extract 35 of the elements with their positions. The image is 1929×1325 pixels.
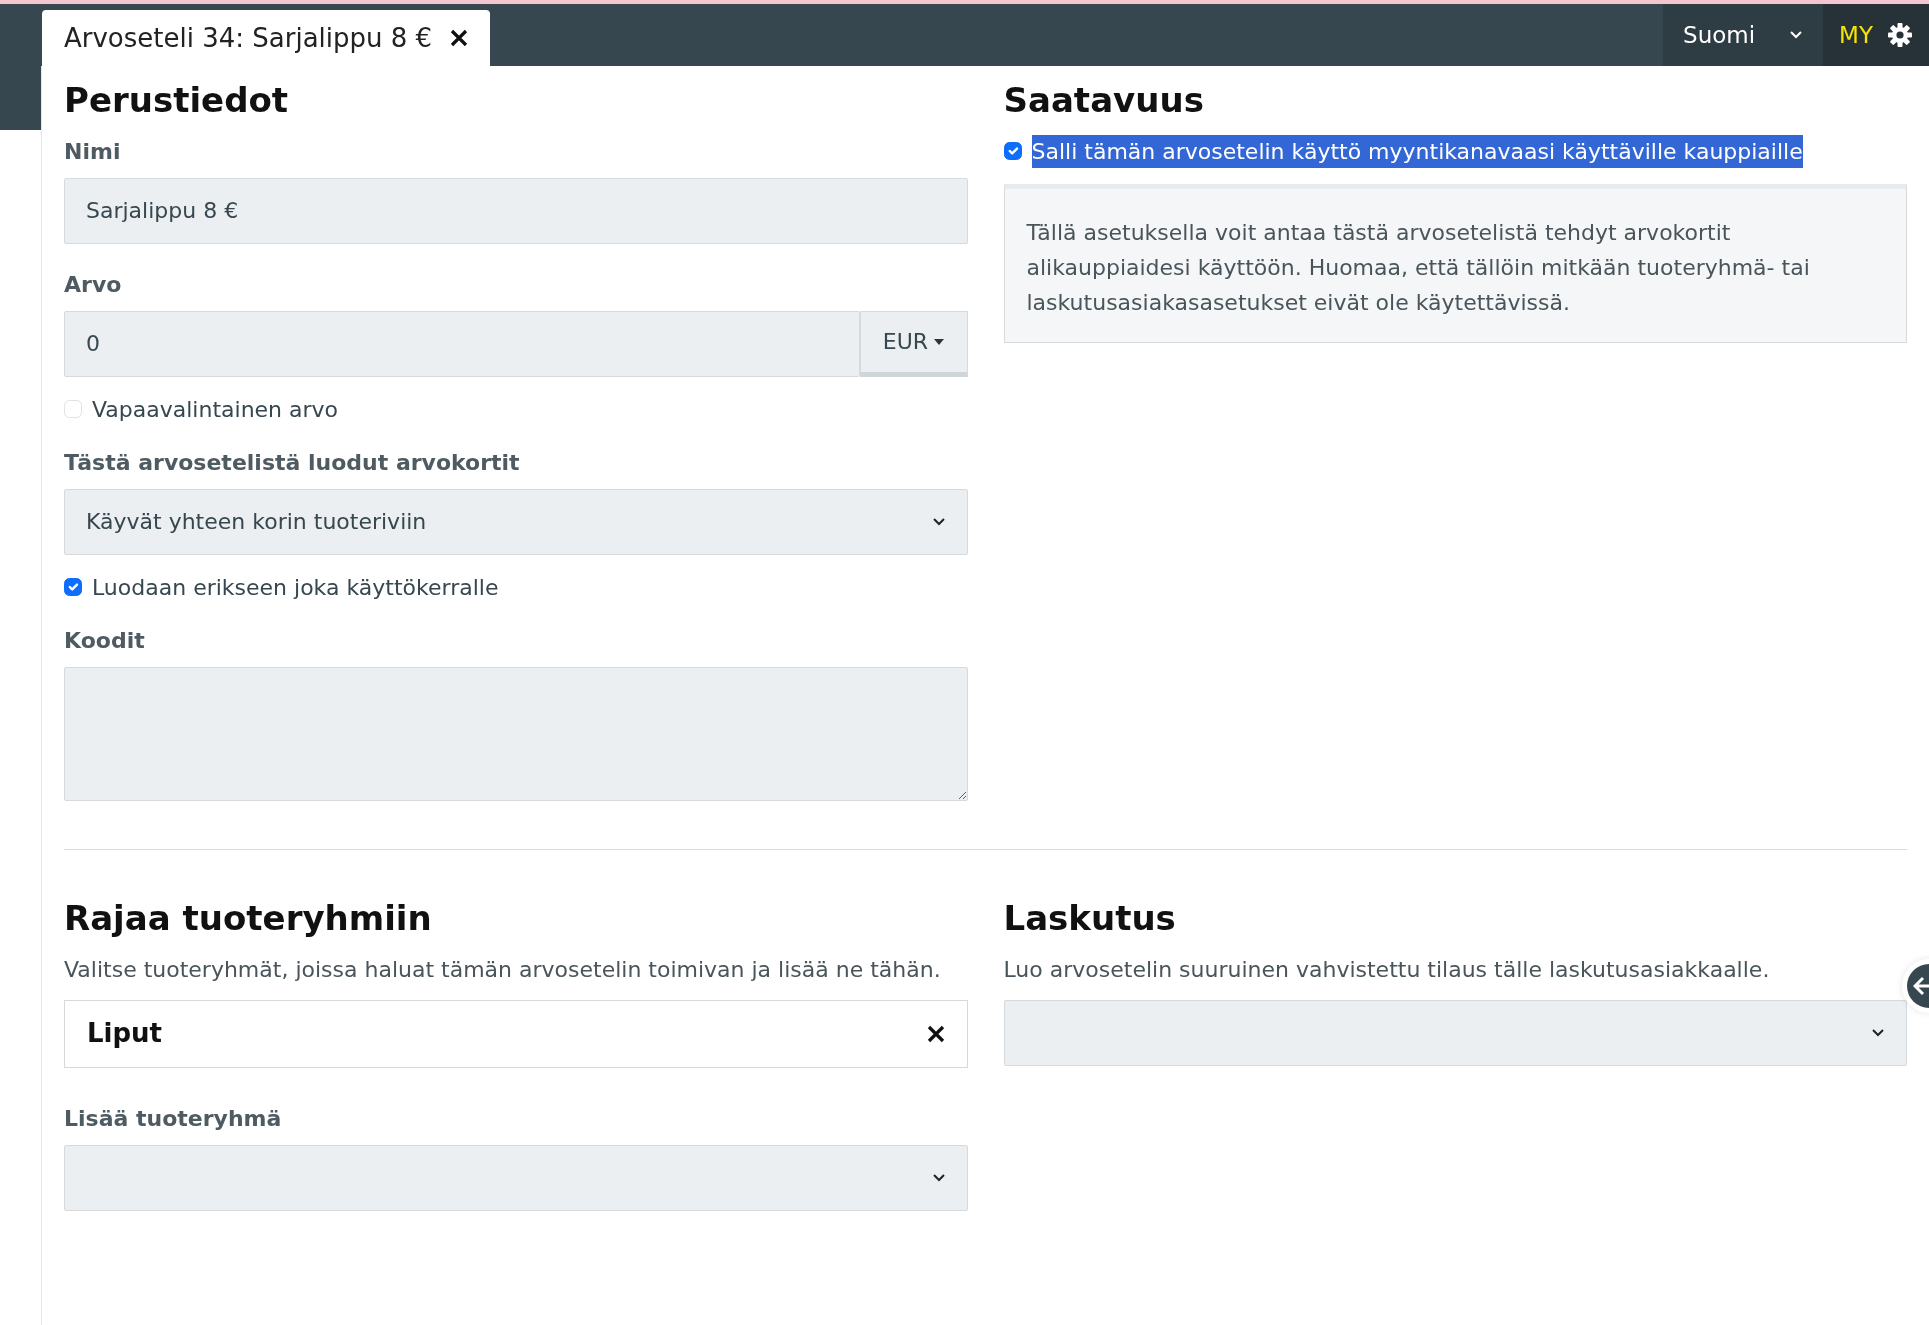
arrow-left-icon <box>1913 976 1929 996</box>
cards-select[interactable]: Käyvät yhteen korin tuoteriviin <box>64 488 968 555</box>
field-label: Nimi <box>64 137 121 166</box>
tab[interactable]: Arvoseteli 34: Sarjalippu 8 € <box>42 10 491 66</box>
chevron-down-icon <box>1789 30 1804 40</box>
value-field[interactable]: 0 <box>64 310 860 377</box>
chevron-down-icon <box>1871 1027 1885 1038</box>
codes-field[interactable] <box>64 666 968 801</box>
checkbox-label: Luodaan erikseen joka käyttökerralle <box>92 573 499 602</box>
checkbox-label: Vapaavalintainen arvo <box>92 395 339 424</box>
section-heading: Rajaa tuoteryhmiin <box>64 897 433 939</box>
checkbox[interactable] <box>64 578 82 597</box>
checkbox[interactable] <box>1003 142 1022 161</box>
info-panel: Tällä asetuksella voit antaa tästä arvosetelistä tehdyt arvokortit alikauppiaidesi käyttöön. Huomaa, että tällöin mitkään tuoteryhmä- tai laskutusasiakasasetukset eivät ole käytettävissä. <box>1003 183 1907 343</box>
field-label: Lisää tuoteryhmä <box>64 1104 282 1133</box>
section-heading: Laskutus <box>1003 897 1177 939</box>
field-label: Tästä arvosetelistä luodut arvokortit <box>64 448 520 477</box>
field-label: Arvo <box>64 270 122 299</box>
section-heading: Perustiedot <box>64 80 290 121</box>
section-heading: Saatavuus <box>1003 80 1205 121</box>
remove-button[interactable] <box>926 1024 945 1043</box>
checkbox-label: Salli tämän arvosetelin käyttö myyntikanavaasi käyttäville kauppiaille <box>1031 134 1803 168</box>
chevron-down-icon <box>931 516 946 527</box>
section-description: Valitse tuoteryhmät, joissa haluat tämän arvosetelin toimivan ja lisää ne tähän. <box>64 955 942 984</box>
chevron-down-icon <box>931 1172 946 1183</box>
name-field[interactable]: Sarjalippu 8 € <box>64 177 968 244</box>
field-label: Koodit <box>64 626 145 655</box>
caret-down-icon <box>934 338 945 345</box>
section-description: Luo arvosetelin suuruinen vahvistettu tilaus tälle laskutusasiakkaalle. <box>1003 955 1771 984</box>
user-initials[interactable]: MY <box>1839 17 1873 53</box>
close-icon <box>926 1024 945 1043</box>
language-select[interactable]: Suomi <box>1663 4 1824 66</box>
close-icon <box>450 29 469 47</box>
currency-dropdown[interactable]: EUR <box>859 310 968 377</box>
product-group-name: Liput <box>87 1017 163 1051</box>
